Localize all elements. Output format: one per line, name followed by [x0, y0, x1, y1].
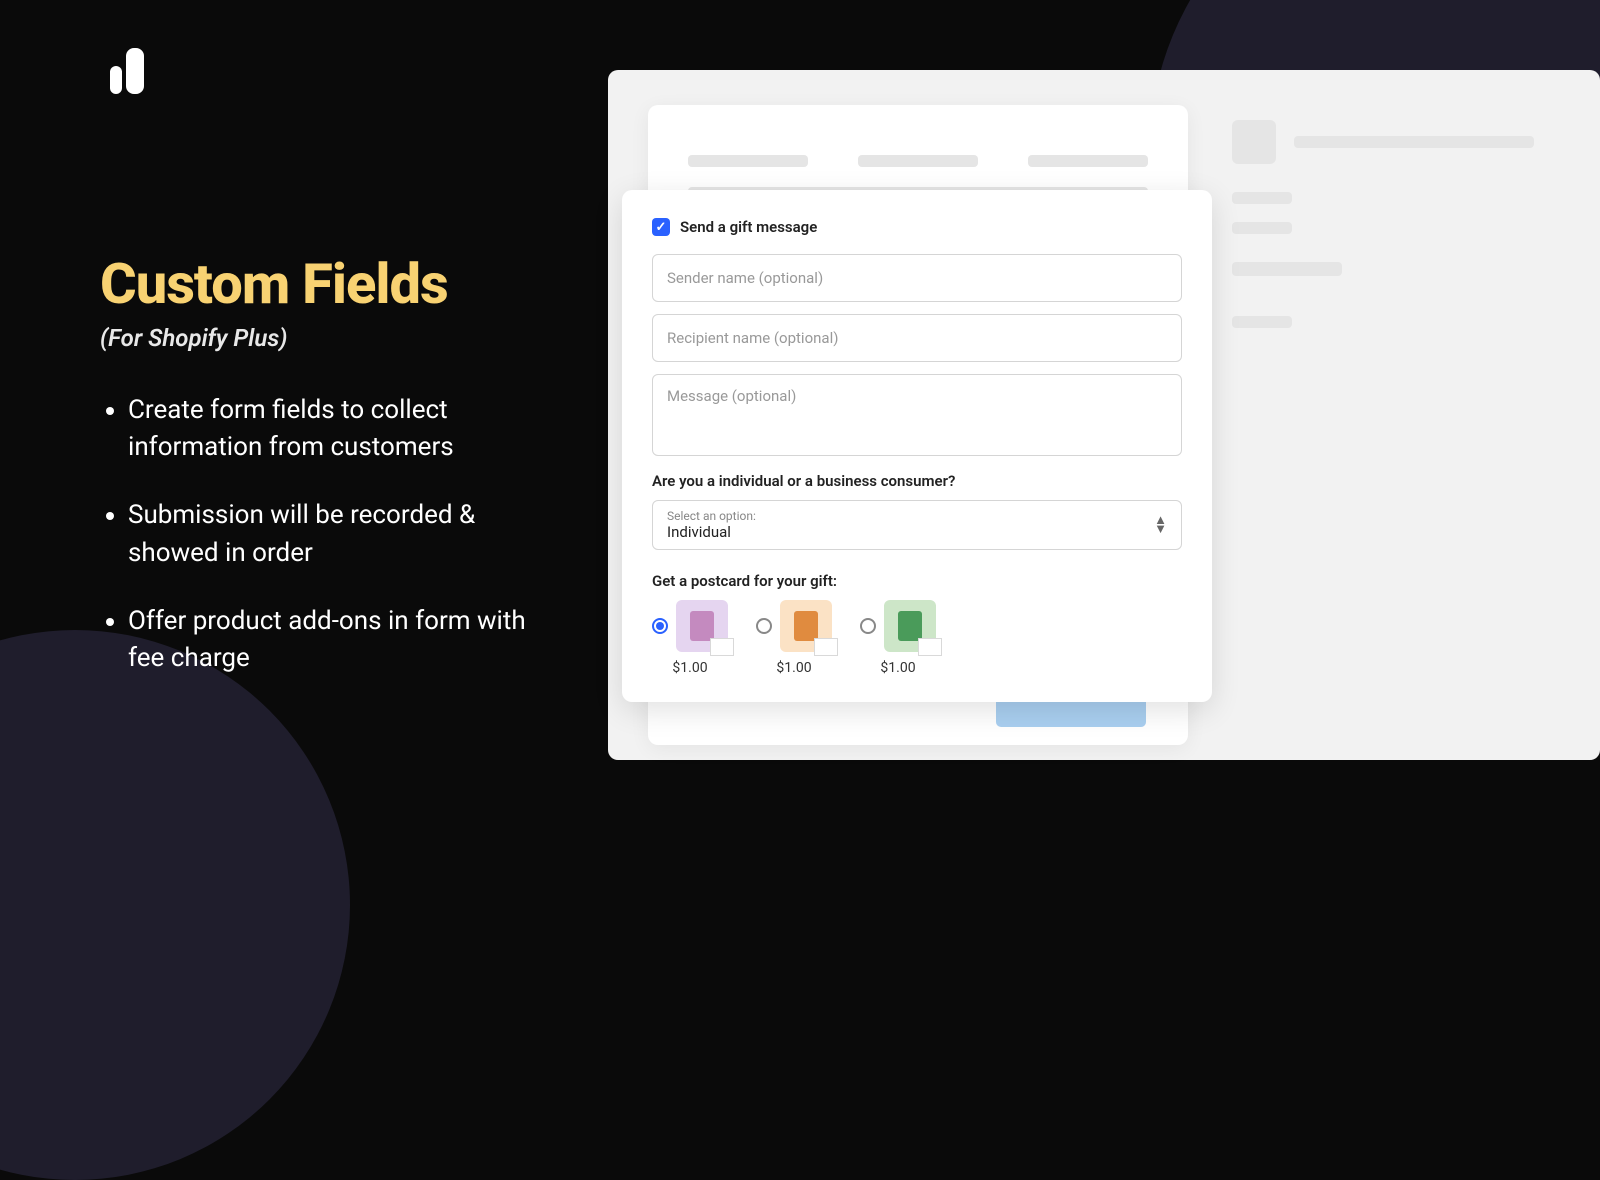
gift-message-toggle[interactable]: ✓ Send a gift message [652, 218, 1182, 236]
skeleton-line [858, 155, 978, 167]
skeleton-line [1232, 262, 1342, 276]
sender-name-input[interactable]: Sender name (optional) [652, 254, 1182, 302]
order-summary-skeleton [1232, 120, 1572, 328]
feature-list: Create form fields to collect informatio… [100, 392, 550, 678]
skeleton-line [1294, 136, 1534, 148]
chevron-updown-icon: ▲▼ [1154, 516, 1167, 534]
radio-selected-icon [652, 618, 668, 634]
consumer-type-select[interactable]: Select an option: Individual ▲▼ [652, 500, 1182, 550]
postcard-thumbnail [676, 600, 728, 652]
select-hint: Select an option: [667, 509, 756, 523]
postcard-price: $1.00 [672, 660, 707, 676]
select-value: Individual [667, 523, 756, 541]
postcard-price: $1.00 [880, 660, 915, 676]
checkbox-label: Send a gift message [680, 218, 817, 236]
consumer-type-question: Are you a individual or a business consu… [652, 472, 1182, 490]
logo-bar-large [126, 48, 144, 94]
custom-fields-form: ✓ Send a gift message Sender name (optio… [622, 190, 1212, 702]
postcard-option[interactable]: $1.00 [860, 600, 936, 676]
radio-unselected-icon [756, 618, 772, 634]
feature-item: Submission will be recorded & showed in … [128, 497, 550, 572]
feature-item: Offer product add-ons in form with fee c… [128, 603, 550, 678]
feature-item: Create form fields to collect informatio… [128, 392, 550, 467]
postcard-price: $1.00 [776, 660, 811, 676]
postcard-options: $1.00 $1.00 $1.00 [652, 600, 1182, 676]
postcard-option[interactable]: $1.00 [652, 600, 728, 676]
skeleton-line [1232, 316, 1292, 328]
skeleton-line [1232, 222, 1292, 234]
postcard-thumbnail [884, 600, 936, 652]
app-logo [110, 48, 144, 94]
postcard-question: Get a postcard for your gift: [652, 572, 1182, 590]
subheadline: (For Shopify Plus) [100, 324, 550, 352]
bg-shape-bottom-left [0, 630, 350, 1180]
skeleton-thumb [1232, 120, 1276, 164]
postcard-thumbnail [780, 600, 832, 652]
headline: Custom Fields [100, 255, 550, 314]
recipient-name-input[interactable]: Recipient name (optional) [652, 314, 1182, 362]
marketing-copy: Custom Fields (For Shopify Plus) Create … [100, 255, 550, 708]
radio-unselected-icon [860, 618, 876, 634]
checkbox-checked-icon: ✓ [652, 218, 670, 236]
skeleton-line [1028, 155, 1148, 167]
logo-bar-small [110, 66, 122, 94]
skeleton-line [688, 155, 808, 167]
gift-message-textarea[interactable]: Message (optional) [652, 374, 1182, 456]
skeleton-line [1232, 192, 1292, 204]
mockup-stage: ✓ Send a gift message Sender name (optio… [608, 70, 1600, 760]
postcard-option[interactable]: $1.00 [756, 600, 832, 676]
